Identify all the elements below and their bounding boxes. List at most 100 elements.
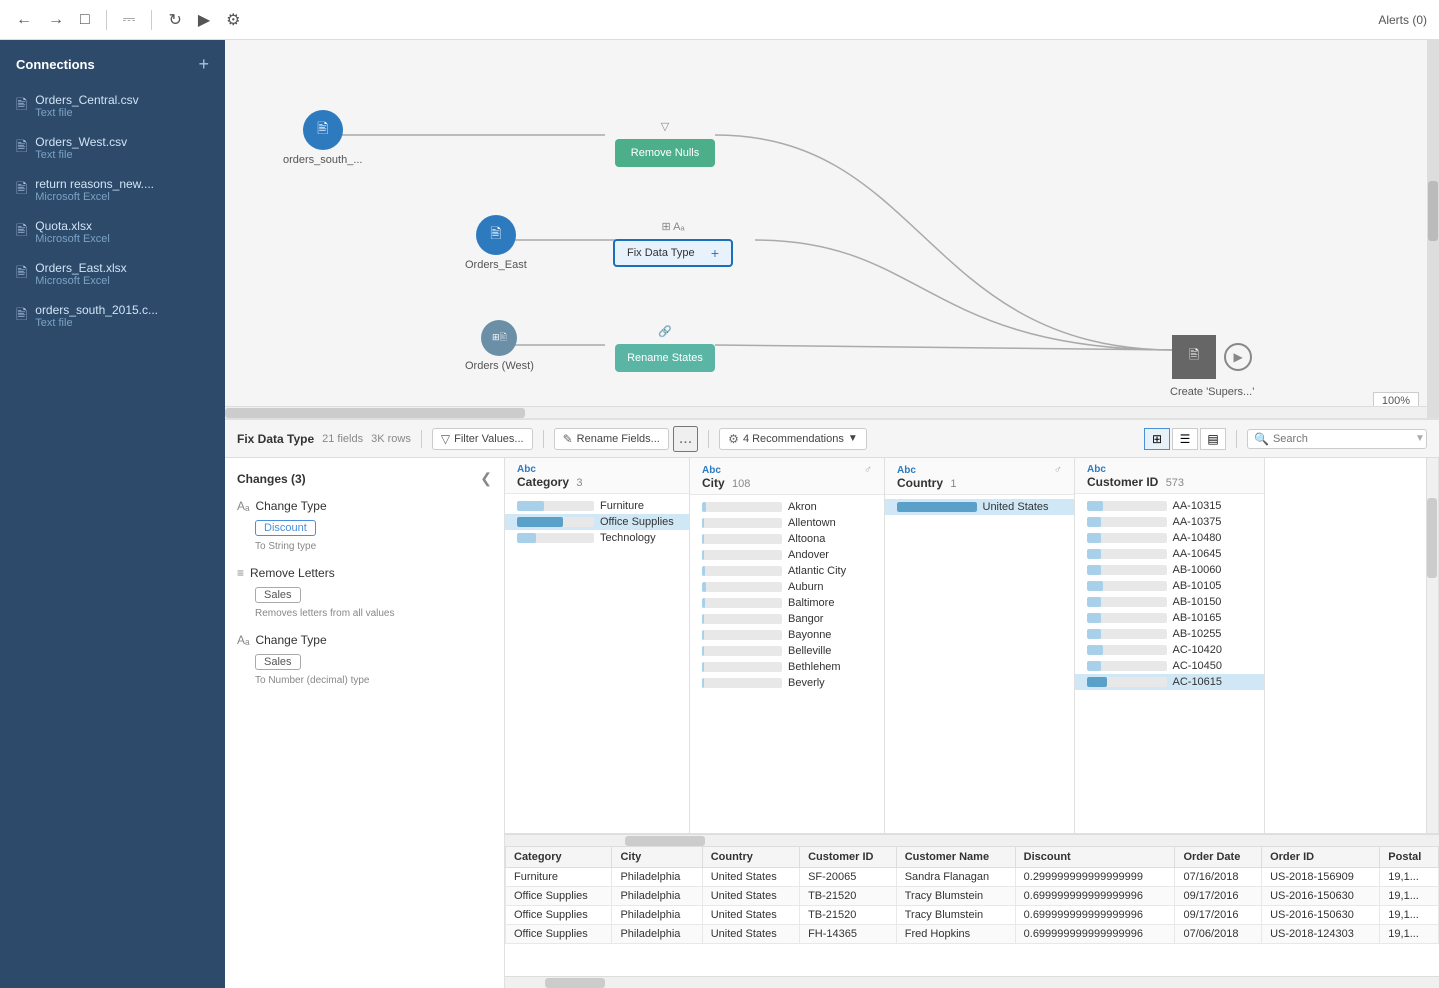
- step-add-icon[interactable]: +: [711, 245, 719, 261]
- th-customer-id[interactable]: Customer ID: [800, 847, 897, 868]
- recommendations-button[interactable]: ⚙ 4 Recommendations ▼: [719, 428, 867, 450]
- th-customer-name[interactable]: Customer Name: [896, 847, 1015, 868]
- td-orderdate-3: 09/17/2016: [1175, 906, 1262, 925]
- belleville-label: Belleville: [788, 645, 872, 657]
- canvas-hscrollbar[interactable]: [225, 406, 1427, 418]
- step-fix-data-type[interactable]: ⊞ Aₐ Fix Data Type +: [613, 220, 733, 267]
- profile-view-button[interactable]: ⊞: [1144, 428, 1170, 450]
- profile-value-office-supplies[interactable]: Office Supplies: [505, 514, 689, 530]
- cid-ac10615[interactable]: AC-10615: [1075, 674, 1264, 690]
- grid-view-button[interactable]: ☰: [1172, 428, 1198, 450]
- step-rename-states-box[interactable]: Rename States: [615, 344, 715, 372]
- step-remove-nulls-box[interactable]: Remove Nulls: [615, 139, 715, 167]
- cid-ab10165[interactable]: AB-10165: [1075, 610, 1264, 626]
- cid-ac10420[interactable]: AC-10420: [1075, 642, 1264, 658]
- save-button[interactable]: □: [76, 9, 94, 31]
- sidebar-item-quota[interactable]: 🖹 Quota.xlsx Microsoft Excel: [0, 211, 225, 253]
- profile-area: Abc Category 3: [505, 458, 1439, 834]
- sidebar: Connections + 🖹 Orders_Central.csv Text …: [0, 40, 225, 988]
- node-orders-south[interactable]: 🖹 orders_south_...: [283, 110, 363, 166]
- sidebar-item-orders-east[interactable]: 🖹 Orders_East.xlsx Microsoft Excel: [0, 253, 225, 295]
- th-discount[interactable]: Discount: [1015, 847, 1175, 868]
- city-bangor[interactable]: Bangor: [690, 611, 884, 627]
- cid-ab10060[interactable]: AB-10060: [1075, 562, 1264, 578]
- table-hscrollbar[interactable]: [505, 976, 1439, 988]
- list-view-button[interactable]: ▤: [1200, 428, 1226, 450]
- changes-panel: Changes (3) ❮ Aₐ Change Type Discount To…: [225, 458, 505, 988]
- profile-hscrollbar[interactable]: [505, 834, 1439, 846]
- link-icon: 🔗: [658, 325, 672, 338]
- cid-ab10105[interactable]: AB-10105: [1075, 578, 1264, 594]
- profile-vscrollbar[interactable]: [1426, 458, 1438, 833]
- th-postal[interactable]: Postal: [1380, 847, 1439, 868]
- cid-ac10450[interactable]: AC-10450: [1075, 658, 1264, 674]
- cid-aa10315[interactable]: AA-10315: [1075, 498, 1264, 514]
- city-auburn[interactable]: Auburn: [690, 579, 884, 595]
- th-order-id[interactable]: Order ID: [1262, 847, 1380, 868]
- city-beverly[interactable]: Beverly: [690, 675, 884, 691]
- back-button[interactable]: ←: [12, 9, 36, 31]
- rename-fields-button[interactable]: ✎ Rename Fields...: [554, 428, 669, 450]
- panel-rows-count: 3K rows: [371, 433, 411, 445]
- country-us[interactable]: United States: [885, 499, 1074, 515]
- filter-values-button[interactable]: ▽ Filter Values...: [432, 428, 533, 450]
- city-filter-icon[interactable]: ♂: [864, 464, 872, 476]
- refresh-button[interactable]: ↻: [164, 8, 185, 32]
- cid-aa10645[interactable]: AA-10645: [1075, 546, 1264, 562]
- sidebar-item-orders-south[interactable]: 🖹 orders_south_2015.c... Text file: [0, 295, 225, 337]
- output-play-btn[interactable]: ▶: [1224, 343, 1252, 371]
- city-atlantic[interactable]: Atlantic City: [690, 563, 884, 579]
- profile-value-furniture[interactable]: Furniture: [505, 498, 689, 514]
- city-belleville[interactable]: Belleville: [690, 643, 884, 659]
- cid-ac10450-bar: [1087, 661, 1101, 671]
- th-category[interactable]: Category: [506, 847, 612, 868]
- change-item-3: Aₐ Change Type Sales To Number (decimal)…: [237, 633, 492, 686]
- step-remove-nulls[interactable]: ▽ Remove Nulls: [615, 120, 715, 167]
- copy-button[interactable]: ⎓: [119, 9, 140, 31]
- canvas-scrollbar[interactable]: [1427, 40, 1439, 418]
- play-button[interactable]: ▶: [194, 8, 214, 32]
- th-country[interactable]: Country: [702, 847, 799, 868]
- output-box[interactable]: 🖹: [1172, 335, 1216, 379]
- sidebar-item-orders-west[interactable]: 🖹 Orders_West.csv Text file: [0, 127, 225, 169]
- th-order-date[interactable]: Order Date: [1175, 847, 1262, 868]
- city-allentown[interactable]: Allentown: [690, 515, 884, 531]
- city-bethlehem[interactable]: Bethlehem: [690, 659, 884, 675]
- sidebar-add-button[interactable]: +: [198, 54, 209, 75]
- change-badge-1[interactable]: Discount: [255, 520, 316, 536]
- search-input[interactable]: [1273, 433, 1415, 445]
- settings-button[interactable]: ⚙: [222, 8, 244, 32]
- td-country-4: United States: [702, 925, 799, 944]
- cid-aa10375[interactable]: AA-10375: [1075, 514, 1264, 530]
- country-filter-icon[interactable]: ♂: [1054, 464, 1062, 476]
- city-bayonne[interactable]: Bayonne: [690, 627, 884, 643]
- sidebar-item-orders-west-text: Orders_West.csv Text file: [35, 135, 127, 161]
- cid-ab10255-label: AB-10255: [1173, 628, 1253, 640]
- sidebar-item-return-reasons[interactable]: 🖹 return reasons_new.... Microsoft Excel: [0, 169, 225, 211]
- node-orders-west[interactable]: ⊞🖹 Orders (West): [465, 320, 534, 372]
- profile-value-technology[interactable]: Technology: [505, 530, 689, 546]
- change-badge-2[interactable]: Sales: [255, 587, 301, 603]
- change-badge-3[interactable]: Sales: [255, 654, 301, 670]
- step-rename-states[interactable]: 🔗 Rename States: [615, 325, 715, 372]
- output-node[interactable]: 🖹 ▶ Create 'Supers...': [1170, 335, 1254, 398]
- more-options-button[interactable]: ...: [673, 426, 698, 452]
- cid-aa10480[interactable]: AA-10480: [1075, 530, 1264, 546]
- cid-ab10255[interactable]: AB-10255: [1075, 626, 1264, 642]
- collapse-changes-button[interactable]: ❮: [480, 470, 492, 487]
- city-akron[interactable]: Akron: [690, 499, 884, 515]
- city-altoona[interactable]: Altoona: [690, 531, 884, 547]
- canvas-area[interactable]: 🖹 orders_south_... ▽ Remove Nulls 🖹 Orde…: [225, 40, 1439, 418]
- cid-ab10150[interactable]: AB-10150: [1075, 594, 1264, 610]
- forward-button[interactable]: →: [44, 9, 68, 31]
- cid-aa10480-bg: [1087, 533, 1167, 543]
- city-andover[interactable]: Andover: [690, 547, 884, 563]
- cid-ac10450-bg: [1087, 661, 1167, 671]
- sidebar-item-orders-central[interactable]: 🖹 Orders_Central.csv Text file: [0, 85, 225, 127]
- city-baltimore[interactable]: Baltimore: [690, 595, 884, 611]
- step-fix-data-type-box[interactable]: Fix Data Type +: [613, 239, 733, 267]
- node-orders-east[interactable]: 🖹 Orders_East: [465, 215, 527, 271]
- cid-aa10315-bg: [1087, 501, 1167, 511]
- th-city[interactable]: City: [612, 847, 702, 868]
- search-dropdown-icon[interactable]: ▼: [1415, 433, 1425, 444]
